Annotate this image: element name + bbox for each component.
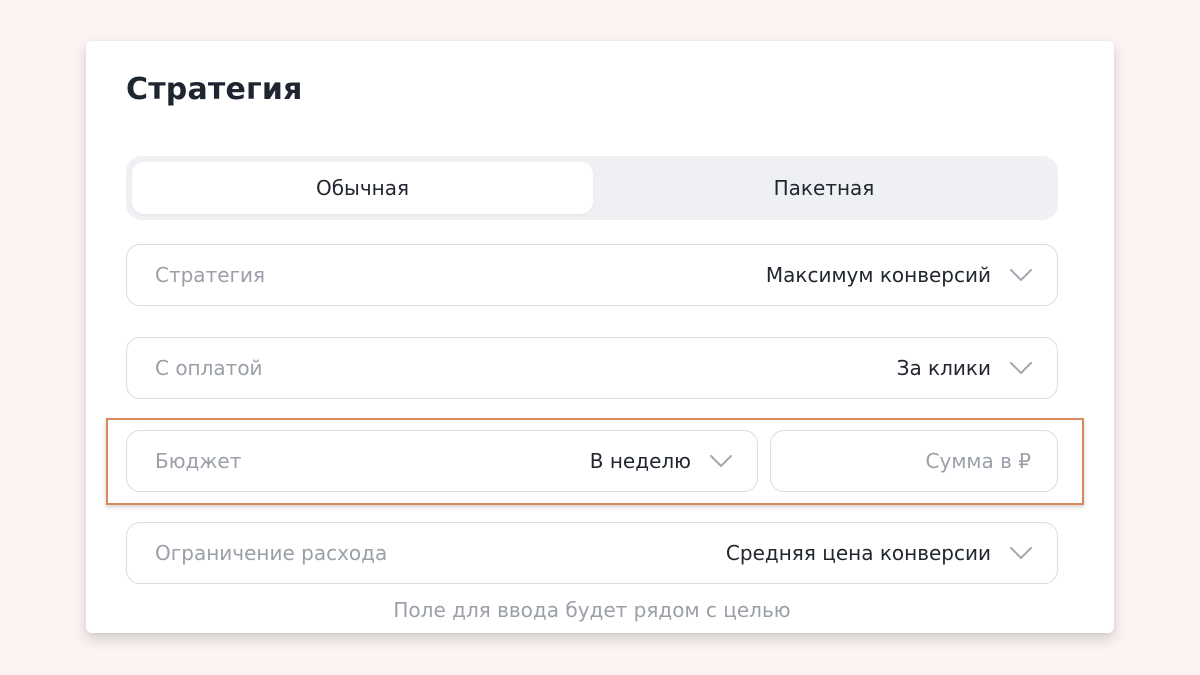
budget-select-value: В неделю [589,449,691,473]
chevron-down-icon [1009,544,1033,562]
strategy-type-option-regular[interactable]: Обычная [132,162,593,214]
budget-period-select[interactable]: Бюджет В неделю [126,430,758,492]
budget-select-label: Бюджет [155,449,242,473]
strategy-select-label: Стратегия [155,263,266,287]
spend-limit-select-value: Средняя цена конверсии [725,541,991,565]
payment-select-value: За клики [896,356,991,380]
strategy-select[interactable]: Стратегия Максимум конверсий [126,244,1058,306]
strategy-type-switch: Обычная Пакетная [126,156,1058,220]
spend-limit-hint: Поле для ввода будет рядом с целью [393,598,791,622]
spend-limit-select[interactable]: Ограничение расхода Средняя цена конверс… [126,522,1058,584]
card-title: Стратегия [126,72,303,107]
payment-select-label: С оплатой [155,356,263,380]
strategy-select-value: Максимум конверсий [765,263,991,287]
chevron-down-icon [1009,359,1033,377]
payment-select[interactable]: С оплатой За клики [126,337,1058,399]
strategy-type-option-package[interactable]: Пакетная [596,162,1052,214]
chevron-down-icon [1009,266,1033,284]
chevron-down-icon [709,452,733,470]
spend-limit-select-label: Ограничение расхода [155,541,388,565]
budget-amount-input[interactable] [770,430,1058,492]
